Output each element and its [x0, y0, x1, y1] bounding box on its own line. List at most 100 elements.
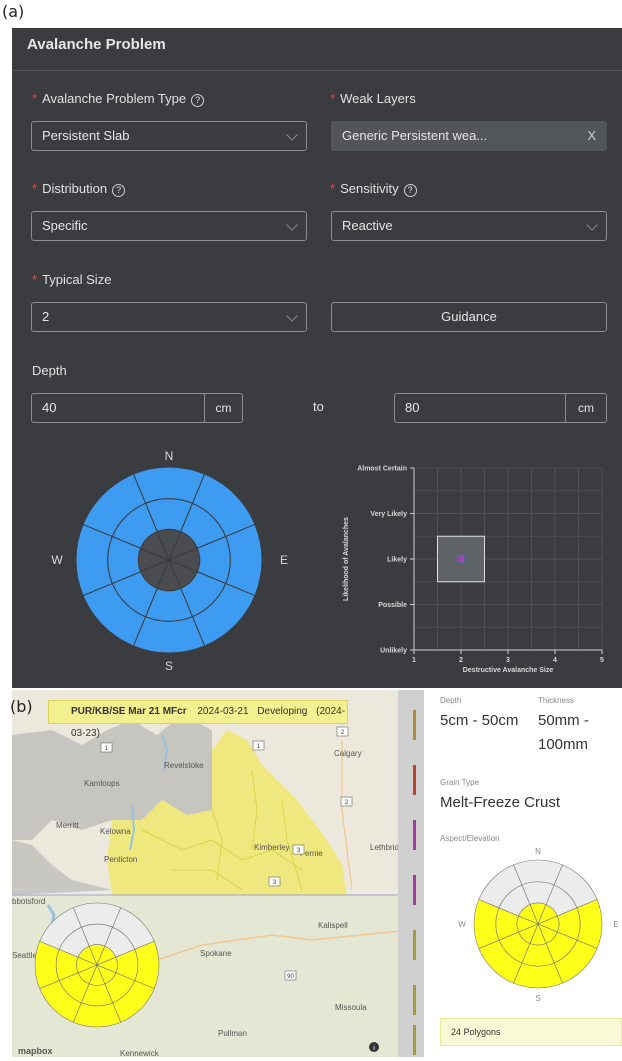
- aspect-elevation-label: Aspect/Elevation: [440, 834, 500, 843]
- map-aspect-rose: [34, 902, 160, 1028]
- sensitivity-label: * Sensitivity?: [330, 181, 417, 197]
- aspect-sector-n-btl[interactable]: [132, 466, 206, 504]
- compass-e: E: [613, 920, 618, 929]
- title-divider: [12, 70, 622, 71]
- x-tick-label: 1: [412, 657, 416, 664]
- map-panel[interactable]: Revelstoke Calgary Kamloops Merritt Kelowna P…: [12, 690, 410, 1057]
- layer-color-bar[interactable]: [413, 930, 416, 960]
- depth-label: Depth: [32, 363, 67, 378]
- layer-aspect-sector-e-btl[interactable]: [576, 899, 603, 949]
- map-label: Seattle: [12, 951, 37, 960]
- hazard-point[interactable]: [457, 555, 465, 563]
- chevron-down-icon: [286, 129, 298, 141]
- depth-to-unit: cm: [566, 393, 607, 423]
- layer-color-bar[interactable]: [413, 820, 416, 850]
- x-tick-label: 3: [506, 657, 510, 664]
- compass-w: W: [51, 553, 63, 567]
- map-aspect-sector-n-btl[interactable]: [72, 902, 122, 928]
- typical-size-value: 2: [42, 309, 50, 324]
- chevron-down-icon: [286, 219, 298, 231]
- map-label: Kamloops: [84, 779, 120, 788]
- required-marker: *: [330, 181, 336, 196]
- depth-to-word: to: [313, 399, 324, 414]
- aspect-rose[interactable]: N S W E: [42, 446, 302, 676]
- compass-s: S: [535, 994, 540, 1003]
- road-shield-label: 90: [287, 974, 294, 980]
- sensitivity-value: Reactive: [342, 218, 393, 233]
- compass-s: S: [165, 659, 173, 673]
- clear-icon[interactable]: X: [587, 122, 596, 150]
- y-tick-label: Very Likely: [370, 511, 407, 518]
- panel-title: Avalanche Problem: [27, 36, 166, 53]
- typical-size-select[interactable]: 2: [31, 302, 307, 332]
- map-aspect-sector-w-btl[interactable]: [34, 940, 60, 990]
- map-title-banner: PUR/KB/SE Mar 21 MFcr 2024-03-21 Develop…: [48, 700, 348, 739]
- map[interactable]: Revelstoke Calgary Kamloops Merritt Kelowna P…: [12, 690, 410, 1057]
- help-icon[interactable]: ?: [112, 184, 126, 197]
- layer-color-bar[interactable]: [413, 765, 416, 795]
- required-marker: *: [32, 91, 38, 106]
- x-axis-title: Destructive Avalanche Size: [463, 667, 554, 674]
- compass-n: N: [535, 847, 541, 856]
- layer-color-bar[interactable]: [413, 875, 416, 905]
- weak-layers-select[interactable]: Generic Persistent wea... X: [331, 121, 607, 151]
- layer-color-bar[interactable]: [413, 1025, 416, 1055]
- layer-aspect-sector-w-btl[interactable]: [473, 899, 500, 949]
- x-tick-label: 2: [459, 657, 463, 664]
- aspect-sector-e-btl[interactable]: [225, 523, 263, 597]
- map-label: Revelstoke: [164, 761, 204, 770]
- map-label: Spokane: [200, 949, 232, 958]
- y-tick-label: Almost Certain: [357, 466, 407, 473]
- map-aspect-sector-e-btl[interactable]: [134, 940, 160, 990]
- map-label: Calgary: [334, 749, 362, 758]
- layer-strip[interactable]: [398, 690, 424, 1057]
- aspect-sector-w-btl[interactable]: [75, 523, 113, 597]
- mapbox-logo: mapbox: [18, 1046, 53, 1056]
- problem-type-select[interactable]: Persistent Slab: [31, 121, 307, 151]
- depth-from-input[interactable]: 40: [31, 393, 205, 423]
- distribution-select[interactable]: Specific: [31, 211, 307, 241]
- thickness-value-1: 50mm -: [538, 712, 589, 729]
- grain-type-label: Grain Type: [440, 778, 479, 787]
- polygons-count-bar[interactable]: 24 Polygons: [440, 1018, 622, 1046]
- thickness-label: Thickness: [538, 696, 575, 705]
- map-label: Pullman: [218, 1029, 247, 1038]
- chevron-down-icon: [586, 219, 598, 231]
- layer-color-bar[interactable]: [413, 985, 416, 1015]
- compass-e: E: [280, 553, 288, 567]
- chevron-down-icon: [286, 310, 298, 322]
- map-aspect-sector-s-btl[interactable]: [72, 1002, 122, 1028]
- layer-aspect-sector-s-btl[interactable]: [513, 962, 563, 989]
- map-title-date: 2024-03-21: [197, 706, 249, 717]
- depth-from-unit: cm: [205, 393, 243, 423]
- help-icon[interactable]: ?: [403, 184, 417, 197]
- map-label: Penticton: [104, 855, 137, 864]
- map-label: Kimberley: [254, 843, 290, 852]
- grain-type-value: Melt-Freeze Crust: [440, 794, 561, 811]
- layer-aspect-rose: N S W E: [458, 847, 618, 1003]
- y-tick-label: Unlikely: [380, 648, 407, 655]
- sensitivity-select[interactable]: Reactive: [331, 211, 607, 241]
- aspect-sector-s-btl[interactable]: [132, 616, 206, 654]
- required-marker: *: [32, 181, 38, 196]
- help-icon[interactable]: ?: [191, 94, 205, 107]
- map-title-name: PUR/KB/SE Mar 21 MFcr: [71, 706, 187, 717]
- map-label: bbotsford: [12, 897, 45, 906]
- problem-type-label: * Avalanche Problem Type?: [32, 91, 205, 107]
- depth-value: 5cm - 50cm: [440, 712, 519, 729]
- y-axis-title: Likelihood of Avalanches: [343, 517, 350, 601]
- y-tick-label: Possible: [378, 602, 407, 609]
- distribution-label: * Distribution?: [32, 181, 126, 197]
- y-tick-label: Likely: [387, 557, 407, 564]
- distribution-value: Specific: [42, 218, 88, 233]
- required-marker: *: [32, 272, 38, 287]
- guidance-button[interactable]: Guidance: [331, 302, 607, 332]
- layer-color-bar[interactable]: [413, 710, 416, 740]
- figure-label-b: (b): [10, 697, 33, 716]
- depth-label: Depth: [440, 696, 462, 705]
- problem-type-value: Persistent Slab: [42, 128, 130, 143]
- depth-to-input[interactable]: 80: [394, 393, 566, 423]
- map-label: Merritt: [56, 821, 79, 830]
- compass-n: N: [165, 449, 174, 463]
- layer-aspect-sector-n-btl[interactable]: [513, 859, 563, 886]
